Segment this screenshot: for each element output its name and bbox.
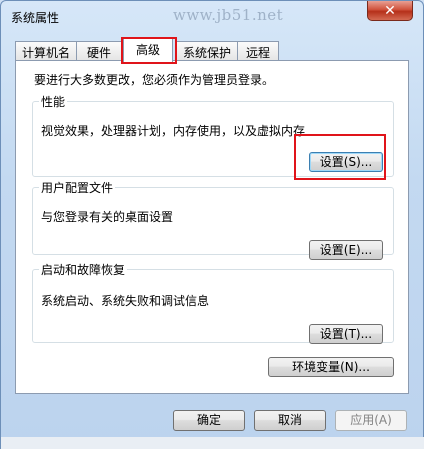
user-profiles-group: 用户配置文件 与您登录有关的桌面设置 设置(E)...	[32, 179, 394, 260]
title-bar[interactable]: 系统属性 www.jb51.net ✕	[1, 1, 423, 29]
startup-recovery-title: 启动和故障恢复	[41, 263, 126, 277]
cancel-button[interactable]: 取消	[254, 410, 326, 431]
watermark: www.jb51.net	[173, 6, 284, 24]
performance-title: 性能	[41, 95, 66, 109]
tab-computer-name[interactable]: 计算机名	[15, 41, 77, 61]
advanced-tab-panel: 要进行大多数更改，您必须作为管理员登录。 性能 视觉效果，处理器计划，内存使用，…	[15, 60, 409, 394]
admin-note: 要进行大多数更改，您必须作为管理员登录。	[34, 73, 275, 87]
performance-description: 视觉效果，处理器计划，内存使用，以及虚拟内存	[41, 124, 306, 138]
startup-recovery-description: 系统启动、系统失败和调试信息	[41, 294, 210, 308]
startup-recovery-group: 启动和故障恢复 系统启动、系统失败和调试信息 设置(T)...	[32, 261, 394, 344]
bottom-edge	[1, 437, 424, 449]
advanced-tab-highlight	[121, 37, 177, 64]
performance-button-highlight	[294, 134, 386, 180]
tab-remote[interactable]: 远程	[237, 41, 279, 61]
startup-recovery-settings-button[interactable]: 设置(T)...	[309, 324, 383, 344]
apply-button[interactable]: 应用(A)	[335, 410, 407, 431]
close-icon: ✕	[384, 2, 396, 19]
environment-variables-button[interactable]: 环境变量(N)...	[268, 357, 394, 377]
user-profiles-settings-button[interactable]: 设置(E)...	[309, 240, 383, 260]
user-profiles-title: 用户配置文件	[41, 181, 114, 195]
tab-system-protection[interactable]: 系统保护	[175, 41, 239, 61]
user-profiles-description: 与您登录有关的桌面设置	[41, 210, 174, 224]
tab-hardware[interactable]: 硬件	[76, 41, 122, 61]
ok-button[interactable]: 确定	[173, 410, 245, 431]
system-properties-window: 系统属性 www.jb51.net ✕ 计算机名 硬件 高级 系统保护 远程 要…	[0, 0, 424, 449]
window-title: 系统属性	[11, 11, 60, 25]
close-button[interactable]: ✕	[367, 1, 413, 21]
